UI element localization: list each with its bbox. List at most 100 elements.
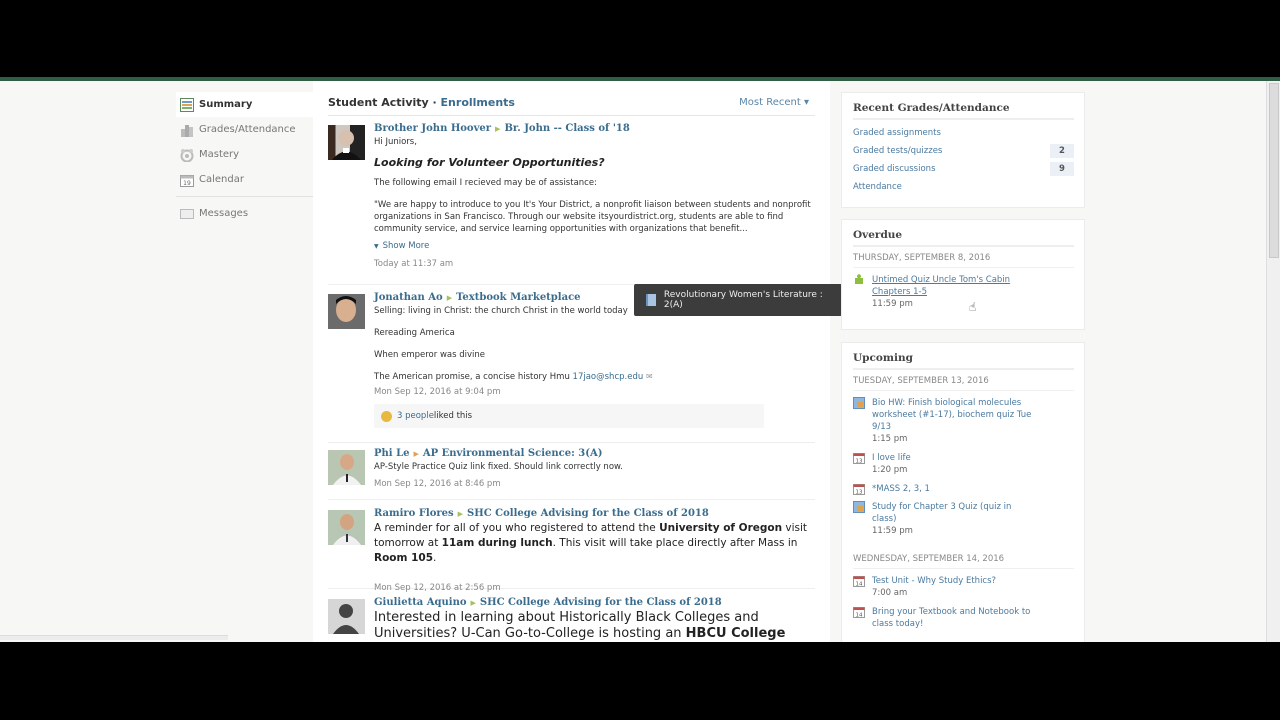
post-text: When emperor was divine [374, 350, 486, 360]
author-link[interactable]: Ramiro Flores [374, 508, 454, 519]
upcoming-item: Bio HW: Finish biological molecules work… [853, 397, 1074, 446]
feed-post: Giulietta Aquino ▶ SHC College Advising fo… [328, 596, 815, 642]
upcoming-item-link[interactable]: Bio HW: Finish biological molecules work… [872, 397, 1032, 433]
overdue-panel: Overdue THURSDAY, SEPTEMBER 8, 2016 Unti… [841, 219, 1085, 330]
upcoming-item-link[interactable]: Study for Chapter 3 Quiz (quiz in class) [872, 501, 1032, 525]
upcoming-item: Study for Chapter 3 Quiz (quiz in class)… [853, 501, 1074, 538]
avatar[interactable] [328, 125, 365, 160]
course-tooltip: Revolutionary Women's Literature : 2(A) [634, 284, 847, 316]
feed-title: Student Activity · Enrollments [328, 96, 515, 109]
overdue-item: Untimed Quiz Uncle Tom's Cabin Chapters … [853, 274, 1074, 311]
feed-post: Ramiro Flores ▶ SHC College Advising for t… [328, 507, 815, 593]
post-text: Interested in learning about Historicall… [374, 610, 814, 642]
sidebar-item-label: Messages [199, 208, 249, 219]
grade-row[interactable]: Graded discussions 9 [853, 160, 1074, 178]
post-header: Giulietta Aquino ▶ SHC College Advising fo… [374, 596, 815, 610]
upcoming-item: 14 Bring your Textbook and Notebook to cl… [853, 606, 1074, 630]
upcoming-item-link[interactable]: *MASS 2, 3, 1 [872, 483, 1032, 495]
post-timestamp: Mon Sep 12, 2016 at 8:46 pm [374, 479, 501, 489]
grade-row[interactable]: Graded assignments [853, 124, 1074, 142]
arrow-right-icon: ▶ [457, 509, 464, 518]
sidebar-item-calendar[interactable]: 19 Calendar [176, 167, 313, 192]
text-part: A reminder for all of you who registered… [374, 522, 660, 534]
sidebar-item-label: Summary [199, 99, 253, 110]
upcoming-item-link[interactable]: Bring your Textbook and Notebook to clas… [872, 606, 1032, 630]
scrollbar-thumb[interactable] [1269, 83, 1279, 258]
sidebar-item-summary[interactable]: Summary [176, 92, 313, 117]
sidebar-item-label: Calendar [199, 174, 244, 185]
calendar-icon: 13 [853, 452, 865, 465]
date-heading: THURSDAY, SEPTEMBER 8, 2016 [853, 247, 1074, 268]
avatar[interactable] [328, 294, 365, 329]
target-link[interactable]: AP Environmental Science: 3(A) [423, 448, 603, 459]
post-text: The American promise, a concise history … [374, 371, 815, 383]
email-link[interactable]: 17jao@shcp.edu [573, 372, 644, 382]
likes-link[interactable]: 3 people [397, 411, 434, 421]
sidebar-nav: Summary Grades/Attendance Mastery 19 Cal… [176, 92, 313, 226]
likes-suffix: liked this [433, 411, 473, 421]
horizontal-scrollbar[interactable] [0, 635, 228, 640]
post-text: Rereading America [374, 328, 455, 338]
post-text: A reminder for all of you who registered… [374, 521, 815, 566]
text-part: . This visit will take place directly af… [552, 537, 798, 549]
puzzle-icon [853, 274, 865, 286]
upcoming-item-link[interactable]: Test Unit - Why Study Ethics? [872, 575, 1032, 587]
svg-text:13: 13 [856, 459, 863, 465]
post-quote: "We are happy to introduce to you It's Y… [374, 200, 811, 234]
assignment-icon [853, 397, 865, 409]
grade-row-label: Graded discussions [853, 164, 936, 174]
letterbox-top [0, 0, 1280, 77]
event-time: 7:00 am [872, 588, 908, 598]
upcoming-item-link[interactable]: I love life [872, 452, 1032, 464]
author-link[interactable]: Giulietta Aquino [374, 597, 467, 608]
target-link[interactable]: SHC College Advising for the Class of 20… [467, 508, 709, 519]
likes-bar: 3 people liked this [374, 404, 764, 428]
count-badge: 9 [1050, 162, 1074, 176]
avatar[interactable] [328, 450, 365, 485]
page-viewport: Summary Grades/Attendance Mastery 19 Cal… [0, 81, 1280, 642]
letterbox-bottom [0, 642, 1280, 720]
arrow-right-icon: ▶ [470, 598, 476, 607]
count-badge: 2 [1050, 144, 1074, 158]
upcoming-panel: Upcoming TUESDAY, SEPTEMBER 13, 2016 Bio … [841, 342, 1085, 642]
author-link[interactable]: Phi Le [374, 448, 409, 459]
feed-post: Phi Le ▶ AP Environmental Science: 3(A) AP… [328, 447, 815, 500]
panel-title: Upcoming [853, 343, 1074, 370]
sidebar-item-grades-attendance[interactable]: Grades/Attendance [176, 117, 313, 142]
event-time: 11:59 pm [872, 526, 913, 536]
author-link[interactable]: Jonathan Ao [374, 292, 443, 303]
sidebar-item-messages[interactable]: Messages [176, 201, 313, 226]
bold-text: 11am during lunch [441, 537, 553, 549]
post-heading: Looking for Volunteer Opportunities? [374, 156, 605, 169]
avatar[interactable] [328, 510, 365, 545]
chevron-down-icon: ▼ [374, 243, 379, 250]
svg-text:13: 13 [856, 490, 863, 496]
grade-row[interactable]: Attendance [853, 178, 1074, 196]
post-text: Hi Juniors, [374, 137, 417, 147]
recent-grades-panel: Recent Grades/Attendance Graded assignme… [841, 92, 1085, 208]
enrollments-link[interactable]: Enrollments [441, 96, 515, 109]
post-timestamp: Mon Sep 12, 2016 at 2:56 pm [374, 583, 501, 593]
sidebar-item-label: Mastery [199, 149, 240, 160]
avatar[interactable] [328, 599, 365, 634]
summary-icon [180, 97, 194, 112]
show-more-label: Show More [382, 241, 430, 251]
grade-row[interactable]: Graded tests/quizzes 2 [853, 142, 1074, 160]
messages-icon [180, 207, 194, 221]
show-more-link[interactable]: ▼ Show More [374, 240, 815, 253]
svg-text:14: 14 [856, 582, 863, 588]
sort-dropdown[interactable]: Most Recent ▾ [739, 97, 809, 108]
author-link[interactable]: Brother John Hoover [374, 123, 491, 134]
svg-text:19: 19 [183, 180, 191, 187]
target-link[interactable]: SHC College Advising for the Class of 20… [480, 597, 722, 608]
calendar-icon: 14 [853, 575, 865, 588]
target-link[interactable]: Br. John -- Class of '18 [504, 123, 629, 134]
bold-text: Room 105 [374, 552, 434, 564]
overdue-item-link[interactable]: Untimed Quiz Uncle Tom's Cabin Chapters … [872, 274, 1012, 298]
arrow-right-icon: ▶ [413, 449, 419, 458]
target-link[interactable]: Textbook Marketplace [456, 292, 580, 303]
vertical-scrollbar[interactable] [1266, 81, 1280, 642]
text-part: . [433, 552, 437, 564]
envelope-icon: ✉ [645, 372, 653, 381]
sidebar-item-mastery[interactable]: Mastery [176, 142, 313, 167]
